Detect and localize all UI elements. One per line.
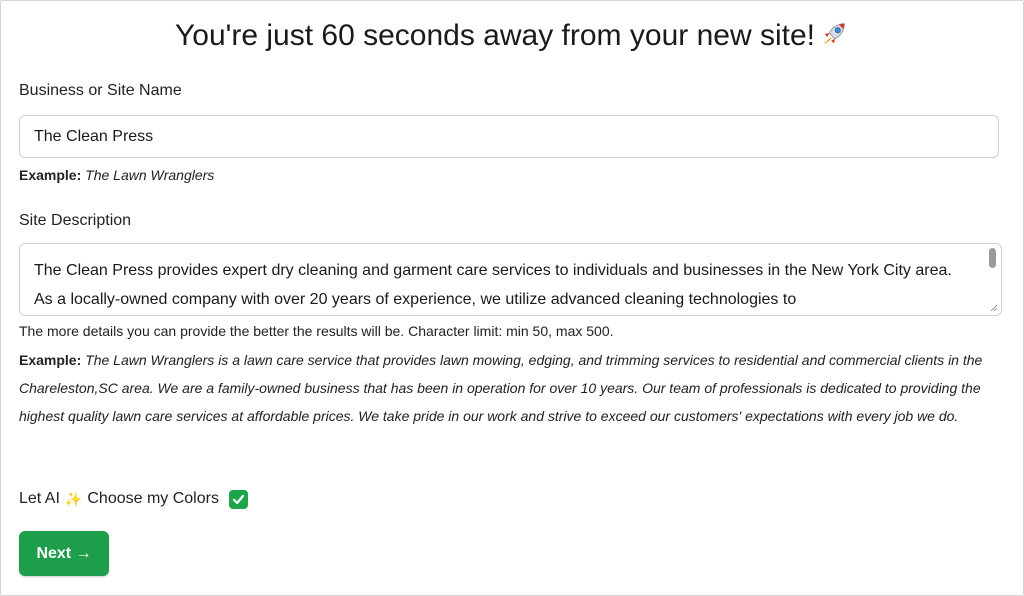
character-limit-hint: The more details you can provide the bet… — [19, 323, 614, 339]
ai-colors-label-end: Choose my Colors — [87, 490, 219, 507]
textarea-scrollbar[interactable] — [988, 248, 997, 300]
sparkle-icon: ✨ — [64, 490, 83, 507]
ai-colors-label-start: Let AI — [19, 490, 60, 507]
scrollbar-thumb[interactable] — [989, 248, 996, 268]
page-title-text: You're just 60 seconds away from your ne… — [175, 19, 815, 52]
example-prefix: Example: — [19, 352, 82, 368]
onboarding-form: You're just 60 seconds away from your ne… — [0, 0, 1024, 596]
site-description-text: The Clean Press provides expert dry clea… — [34, 262, 952, 308]
business-name-example: Example: The Lawn Wranglers — [19, 167, 214, 183]
ai-colors-checkbox[interactable] — [228, 489, 248, 509]
business-name-label: Business or Site Name — [19, 82, 182, 99]
resize-handle-icon[interactable] — [990, 304, 998, 312]
next-button[interactable]: Next → — [19, 531, 109, 576]
site-description-textarea[interactable]: The Clean Press provides expert dry clea… — [19, 243, 1002, 316]
site-description-example: Example: The Lawn Wranglers is a lawn ca… — [19, 346, 1009, 430]
example-text: The Lawn Wranglers is a lawn care servic… — [19, 352, 983, 424]
checkmark-icon — [232, 494, 245, 504]
ai-colors-option[interactable]: Let AI ✨ Choose my Colors — [19, 488, 248, 510]
site-description-label: Site Description — [19, 212, 132, 229]
rocket-icon — [823, 23, 845, 45]
business-name-input[interactable]: The Clean Press — [19, 115, 999, 158]
example-text: The Lawn Wranglers — [85, 167, 215, 183]
example-prefix: Example: — [19, 167, 82, 183]
page-title: You're just 60 seconds away from your ne… — [1, 19, 1023, 53]
